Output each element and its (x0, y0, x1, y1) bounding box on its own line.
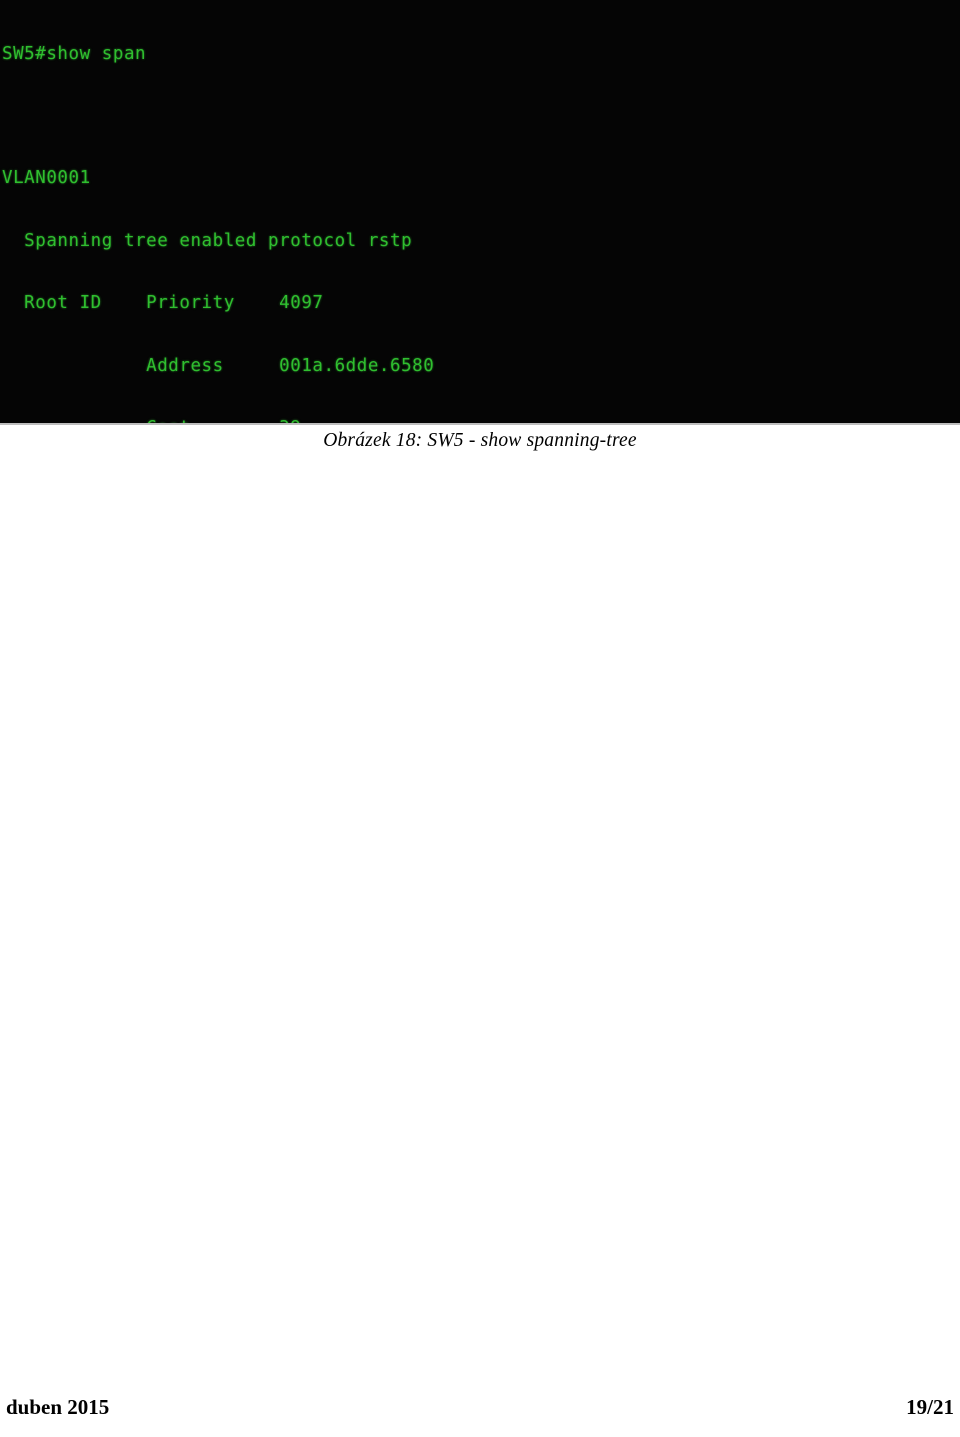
footer-date: duben 2015 (6, 1394, 110, 1419)
terminal-line-blank-1 (2, 106, 889, 127)
terminal-line-command: SW5#show span (2, 43, 147, 64)
terminal-bottom-edge (0, 423, 960, 425)
terminal-screenshot: SW5#show span VLAN0001 Spanning tree ena… (0, 0, 960, 423)
page-footer: duben 2015 19/21 (0, 1392, 960, 1422)
terminal-line-root-address: Address 001a.6dde.6580 (2, 355, 435, 376)
terminal-line-protocol: Spanning tree enabled protocol rstp (2, 230, 413, 251)
terminal-line-root-priority: Root ID Priority 4097 (2, 293, 324, 314)
figure-caption: Obrázek 18: SW5 - show spanning-tree (323, 430, 637, 451)
terminal-line-vlan-name: VLAN0001 (2, 168, 91, 189)
footer-page-number: 19/21 (906, 1394, 954, 1419)
terminal-output: SW5#show span VLAN0001 Spanning tree ena… (2, 2, 889, 423)
